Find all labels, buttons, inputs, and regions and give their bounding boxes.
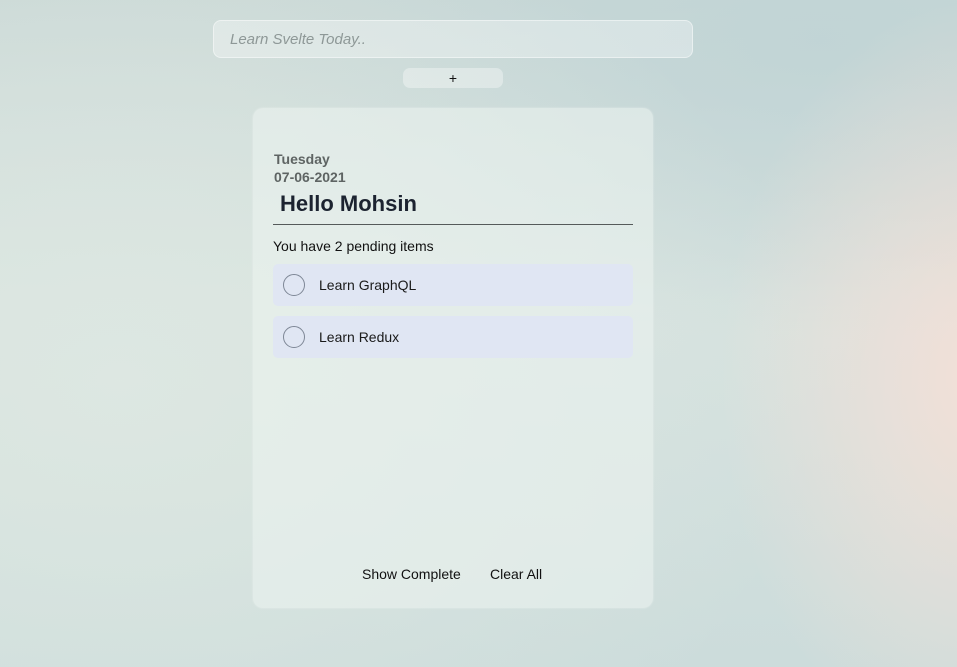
todo-list: Learn GraphQL Learn Redux bbox=[273, 264, 633, 368]
divider bbox=[273, 224, 633, 225]
task-input[interactable] bbox=[213, 20, 693, 58]
list-item[interactable]: Learn GraphQL bbox=[273, 264, 633, 306]
day-label: Tuesday bbox=[274, 151, 330, 167]
circle-checkbox-icon[interactable] bbox=[283, 274, 305, 296]
clear-all-button[interactable]: Clear All bbox=[490, 566, 542, 582]
date-label: 07-06-2021 bbox=[274, 169, 346, 185]
greeting-heading: Hello Mohsin bbox=[280, 191, 417, 216]
circle-checkbox-icon[interactable] bbox=[283, 326, 305, 348]
show-complete-button[interactable]: Show Complete bbox=[362, 566, 461, 582]
todo-label: Learn Redux bbox=[319, 329, 400, 345]
todo-label: Learn GraphQL bbox=[319, 277, 417, 293]
list-item[interactable]: Learn Redux bbox=[273, 316, 633, 358]
add-task-button[interactable]: + bbox=[403, 68, 503, 88]
pending-count-text: You have 2 pending items bbox=[273, 238, 434, 254]
todo-card: Tuesday 07-06-2021 Hello Mohsin You have… bbox=[253, 108, 653, 608]
